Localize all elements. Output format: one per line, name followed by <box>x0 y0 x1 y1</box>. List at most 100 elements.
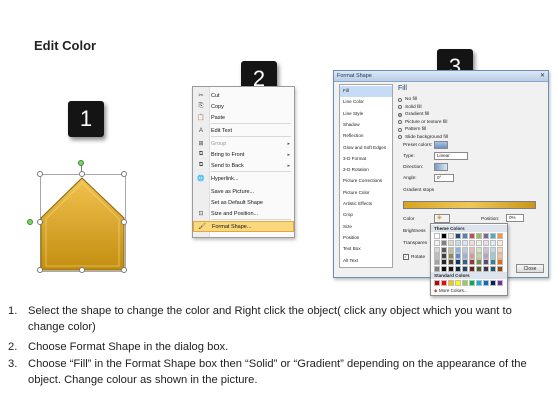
position-input[interactable]: 0% <box>506 214 524 222</box>
theme-color-swatch[interactable] <box>497 233 503 239</box>
theme-color-swatch[interactable] <box>483 259 489 266</box>
radio-button[interactable] <box>398 135 402 139</box>
theme-color-swatch[interactable] <box>441 259 447 266</box>
menu-item-copy[interactable]: ⎘ Copy <box>193 101 294 112</box>
theme-color-swatch[interactable] <box>476 240 482 247</box>
theme-color-swatch[interactable] <box>476 246 482 253</box>
dialog-close-icon[interactable]: ✕ <box>540 72 545 79</box>
resize-handle-right[interactable] <box>121 219 127 225</box>
category-glow-and-soft-edges[interactable]: Glow and Soft Edges <box>340 143 392 154</box>
theme-color-swatch[interactable] <box>462 246 468 253</box>
theme-color-swatch[interactable] <box>469 233 475 239</box>
category-shadow[interactable]: Shadow <box>340 120 392 131</box>
category-position[interactable]: Position <box>340 233 392 244</box>
standard-color-swatch[interactable] <box>476 280 482 286</box>
theme-color-swatch[interactable] <box>455 265 461 272</box>
category-picture-color[interactable]: Picture Color <box>340 188 392 199</box>
theme-color-swatch[interactable] <box>497 246 503 253</box>
theme-color-swatch[interactable] <box>497 252 503 259</box>
theme-color-swatch[interactable] <box>469 252 475 259</box>
category-artistic-effects[interactable]: Artistic Effects <box>340 199 392 210</box>
theme-color-swatch[interactable] <box>434 240 440 247</box>
category-3-d-rotation[interactable]: 3-D Rotation <box>340 165 392 176</box>
theme-color-swatch[interactable] <box>455 259 461 266</box>
resize-handle-left[interactable] <box>37 219 43 225</box>
resize-handle-bottom-left[interactable] <box>37 267 43 273</box>
adjust-handle[interactable] <box>27 219 33 225</box>
theme-color-swatch[interactable] <box>497 265 503 272</box>
theme-color-swatch[interactable] <box>483 252 489 259</box>
theme-color-swatch[interactable] <box>469 246 475 253</box>
theme-color-swatch[interactable] <box>434 252 440 259</box>
theme-color-swatch[interactable] <box>497 259 503 266</box>
radio-solid-fill[interactable]: Solid fill <box>398 105 422 110</box>
radio-gradient-fill[interactable]: Gradient fill <box>398 112 429 117</box>
theme-color-swatch[interactable] <box>448 240 454 247</box>
menu-item-set-as-default-shape[interactable]: Set as Default Shape <box>193 197 294 208</box>
rotate-handle[interactable] <box>78 160 84 166</box>
radio-button[interactable] <box>398 112 402 117</box>
theme-color-swatch[interactable] <box>476 233 482 239</box>
theme-color-swatch[interactable] <box>483 233 489 239</box>
radio-picture-or-texture-fill[interactable]: Picture or texture fill <box>398 120 447 125</box>
category-reflection[interactable]: Reflection <box>340 131 392 142</box>
theme-color-swatch[interactable] <box>455 252 461 259</box>
pentagon-shape[interactable] <box>40 174 126 272</box>
menu-item-send-to-back[interactable]: ⧉ Send to Back ▸ <box>193 160 294 171</box>
theme-color-swatch[interactable] <box>490 240 496 247</box>
more-colors-link[interactable]: ◆ More Colors... <box>434 288 468 294</box>
menu-item-size-and-position[interactable]: ⊡ Size and Position... <box>193 208 294 219</box>
theme-color-swatch[interactable] <box>497 240 503 247</box>
theme-color-swatch[interactable] <box>434 246 440 253</box>
category-picture-corrections[interactable]: Picture Corrections <box>340 176 392 187</box>
radio-pattern-fill[interactable]: Pattern fill <box>398 127 426 132</box>
theme-color-swatch[interactable] <box>434 259 440 266</box>
category-line-color[interactable]: Line Color <box>340 97 392 108</box>
standard-color-swatch[interactable] <box>441 280 447 286</box>
theme-color-swatch[interactable] <box>441 252 447 259</box>
theme-color-swatch[interactable] <box>434 265 440 272</box>
resize-handle-bottom-right[interactable] <box>121 267 127 273</box>
theme-color-swatch[interactable] <box>469 259 475 266</box>
angle-input[interactable]: 0° <box>434 174 454 182</box>
theme-color-swatch[interactable] <box>441 246 447 253</box>
theme-color-swatch[interactable] <box>483 240 489 247</box>
menu-item-paste[interactable]: 📋 Paste <box>193 112 294 123</box>
menu-item-group[interactable]: ⊞ Group ▸ <box>193 138 294 149</box>
rotate-checkbox[interactable]: ✓ <box>403 254 409 260</box>
category-text-box[interactable]: Text Box <box>340 244 392 255</box>
theme-color-swatch[interactable] <box>476 265 482 272</box>
standard-color-swatch[interactable] <box>455 280 461 286</box>
theme-color-swatch[interactable] <box>455 233 461 239</box>
menu-item-bring-to-front[interactable]: ⧉ Bring to Front ▸ <box>193 149 294 160</box>
theme-color-swatch[interactable] <box>448 252 454 259</box>
theme-color-swatch[interactable] <box>462 240 468 247</box>
theme-color-swatch[interactable] <box>483 246 489 253</box>
resize-handle-bottom[interactable] <box>79 267 85 273</box>
theme-color-swatch[interactable] <box>469 240 475 247</box>
preset-colors-dropdown[interactable] <box>434 141 448 149</box>
theme-color-swatch[interactable] <box>448 246 454 253</box>
theme-color-swatch[interactable] <box>490 265 496 272</box>
theme-color-swatch[interactable] <box>469 265 475 272</box>
radio-button[interactable] <box>398 97 402 102</box>
radio-slide-background-fill[interactable]: Slide background fill <box>398 135 448 140</box>
theme-color-swatch[interactable] <box>448 265 454 272</box>
radio-no-fill[interactable]: No fill <box>398 97 417 102</box>
rotate-with-shape[interactable]: ✓ Rotate <box>403 254 425 260</box>
direction-dropdown[interactable] <box>434 163 448 171</box>
category-3-d-format[interactable]: 3-D Format <box>340 154 392 165</box>
menu-item-save-as-picture[interactable]: Save as Picture... <box>193 186 294 197</box>
color-dropdown[interactable]: ◈ <box>434 214 450 223</box>
menu-item-format-shape[interactable]: 🖌 Format Shape... <box>193 221 294 232</box>
standard-color-swatch[interactable] <box>497 280 503 286</box>
menu-item-cut[interactable]: ✂ Cut <box>193 90 294 101</box>
type-dropdown[interactable]: Linear <box>434 152 468 160</box>
theme-color-swatch[interactable] <box>441 240 447 247</box>
theme-color-swatch[interactable] <box>476 252 482 259</box>
category-fill[interactable]: Fill <box>340 86 392 97</box>
theme-color-swatch[interactable] <box>476 259 482 266</box>
theme-color-swatch[interactable] <box>490 259 496 266</box>
theme-color-swatch[interactable] <box>448 259 454 266</box>
theme-color-swatch[interactable] <box>490 246 496 253</box>
